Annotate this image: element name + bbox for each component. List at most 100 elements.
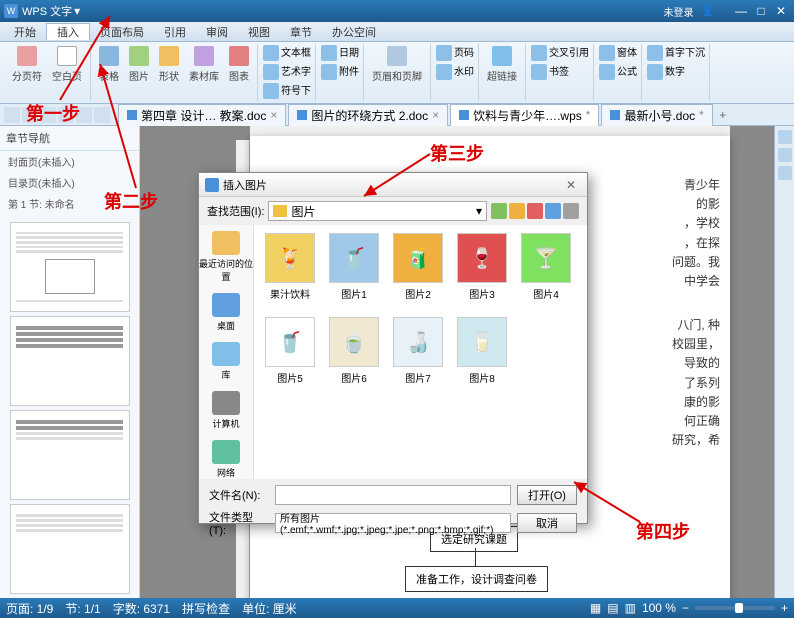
side-tool[interactable] [778, 148, 792, 162]
page-thumbnail[interactable] [10, 504, 130, 594]
tab-tool[interactable] [4, 107, 20, 123]
tab-close[interactable]: × [432, 108, 439, 122]
path-combo[interactable]: 图片 ▾ [268, 201, 487, 221]
menu-review[interactable]: 审阅 [196, 24, 238, 40]
file-item[interactable]: 🧃图片2 [390, 233, 446, 301]
view-mode-icon[interactable]: ▤ [607, 601, 618, 615]
menu-reference[interactable]: 引用 [154, 24, 196, 40]
ribbon-pagebreak[interactable]: 分页符 [8, 44, 46, 85]
open-button[interactable]: 打开(O) [517, 485, 577, 505]
sidebar-computer[interactable]: 计算机 [212, 391, 240, 430]
file-item[interactable]: 🥤图片5 [262, 317, 318, 385]
sidebar-network[interactable]: 网络 [212, 440, 240, 479]
ribbon-shape[interactable]: 形状 [155, 44, 183, 85]
view-mode-icon[interactable]: ▥ [625, 601, 636, 615]
tab-tool[interactable] [40, 107, 56, 123]
close-button[interactable]: ✕ [772, 4, 790, 18]
menu-pagelayout[interactable]: 页面布局 [90, 24, 154, 40]
zoom-in[interactable]: + [781, 601, 788, 615]
page-thumbnail[interactable] [10, 222, 130, 312]
user-icon[interactable]: 👤 [702, 6, 714, 17]
doctab[interactable]: 图片的环绕方式 2.doc× [288, 104, 448, 126]
ribbon-attach[interactable] [321, 64, 337, 80]
tab-tool[interactable] [76, 107, 92, 123]
status-section[interactable]: 节: 1/1 [65, 600, 100, 617]
file-item[interactable]: 🍵图片6 [326, 317, 382, 385]
ribbon-formula[interactable] [599, 64, 615, 80]
status-unit[interactable]: 单位: 厘米 [242, 600, 297, 617]
dialog-titlebar[interactable]: 插入图片 ✕ [199, 173, 587, 197]
tab-close[interactable]: × [270, 108, 277, 122]
file-item[interactable]: 🥛图片8 [454, 317, 510, 385]
ribbon-bookmark[interactable] [531, 64, 547, 80]
zoom-value[interactable]: 100 % [642, 601, 676, 615]
nav-item[interactable]: 目录页(未插入) [0, 172, 139, 193]
side-tool[interactable] [778, 166, 792, 180]
ribbon-table[interactable]: 表格 [95, 44, 123, 85]
sidebar-recent[interactable]: 最近访问的位置 [199, 231, 253, 283]
zoom-out[interactable]: − [682, 601, 689, 615]
file-item[interactable]: 🍶图片7 [390, 317, 446, 385]
doctab[interactable]: 第四章 设计… 教案.doc× [118, 104, 286, 126]
page-thumbnail[interactable] [10, 410, 130, 500]
view-mode-icon[interactable]: ▦ [590, 601, 601, 615]
newfolder-icon[interactable] [545, 203, 561, 219]
nav-item[interactable]: 第 1 节: 未命名 [0, 193, 139, 214]
ribbon-clipart[interactable]: 素材库 [185, 44, 223, 85]
doc-icon [459, 110, 469, 120]
status-page[interactable]: 页面: 1/9 [6, 600, 53, 617]
filetype-combo[interactable]: 所有图片(*.emf;*.wmf;*.jpg;*.jpeg;*.jpe;*.pn… [275, 513, 511, 533]
up-icon[interactable] [509, 203, 525, 219]
menu-start[interactable]: 开始 [4, 24, 46, 40]
menu-view[interactable]: 视图 [238, 24, 280, 40]
file-list[interactable]: 🍹果汁饮料 🥤图片1 🧃图片2 🍷图片3 🍸图片4 🥤图片5 🍵图片6 🍶图片7… [254, 225, 587, 479]
ribbon-dropcap2[interactable] [647, 45, 663, 61]
nav-item[interactable]: 封面页(未插入) [0, 151, 139, 172]
page-thumbnail[interactable] [10, 316, 130, 406]
ribbon-wordart[interactable] [263, 64, 279, 80]
new-tab-button[interactable]: + [715, 107, 731, 123]
filename-input[interactable] [275, 485, 511, 505]
ribbon-chart[interactable]: 图表 [225, 44, 253, 85]
ribbon-pagenum[interactable] [436, 45, 452, 61]
minimize-button[interactable]: — [732, 4, 750, 18]
doctab[interactable]: 饮料与青少年….wps* [450, 104, 599, 126]
views-icon[interactable] [563, 203, 579, 219]
ribbon-dropcap[interactable] [263, 83, 279, 99]
ribbon-form[interactable] [599, 45, 615, 61]
file-item[interactable]: 🍷图片3 [454, 233, 510, 301]
menu-section[interactable]: 章节 [280, 24, 322, 40]
tab-tool[interactable] [94, 107, 110, 123]
side-tool[interactable] [778, 130, 792, 144]
delete-icon[interactable] [527, 203, 543, 219]
ribbon-hyperlink[interactable]: 超链接 [483, 44, 521, 85]
maximize-button[interactable]: □ [752, 4, 770, 18]
ribbon-headerfooter[interactable]: 页眉和页脚 [368, 44, 426, 85]
tab-close[interactable]: * [586, 108, 591, 122]
ribbon-watermark[interactable] [436, 64, 452, 80]
menu-office[interactable]: 办公空间 [322, 24, 386, 40]
ribbon-blankpage[interactable]: 空白页 [48, 44, 86, 85]
tab-tool[interactable] [22, 107, 38, 123]
dialog-close-button[interactable]: ✕ [561, 177, 581, 193]
doctab[interactable]: 最新小号.doc* [601, 104, 712, 126]
sidebar-desktop[interactable]: 桌面 [212, 293, 240, 332]
ribbon-number[interactable] [647, 64, 663, 80]
cancel-button[interactable]: 取消 [517, 513, 577, 533]
sidebar-library[interactable]: 库 [212, 342, 240, 381]
ribbon-date[interactable] [321, 45, 337, 61]
status-spellcheck[interactable]: 拼写检查 [182, 600, 230, 617]
back-icon[interactable] [491, 203, 507, 219]
ribbon-picture[interactable]: 图片 [125, 44, 153, 85]
zoom-slider[interactable] [695, 606, 775, 610]
ribbon-textbox[interactable] [263, 45, 279, 61]
ribbon-crossref[interactable] [531, 45, 547, 61]
tab-close[interactable]: * [699, 108, 704, 122]
tab-tool[interactable] [58, 107, 74, 123]
menu-insert[interactable]: 插入 [46, 23, 90, 40]
file-item[interactable]: 🍸图片4 [518, 233, 574, 301]
status-wordcount[interactable]: 字数: 6371 [113, 600, 170, 617]
file-item[interactable]: 🥤图片1 [326, 233, 382, 301]
login-status[interactable]: 未登录 [664, 4, 694, 19]
file-item[interactable]: 🍹果汁饮料 [262, 233, 318, 301]
